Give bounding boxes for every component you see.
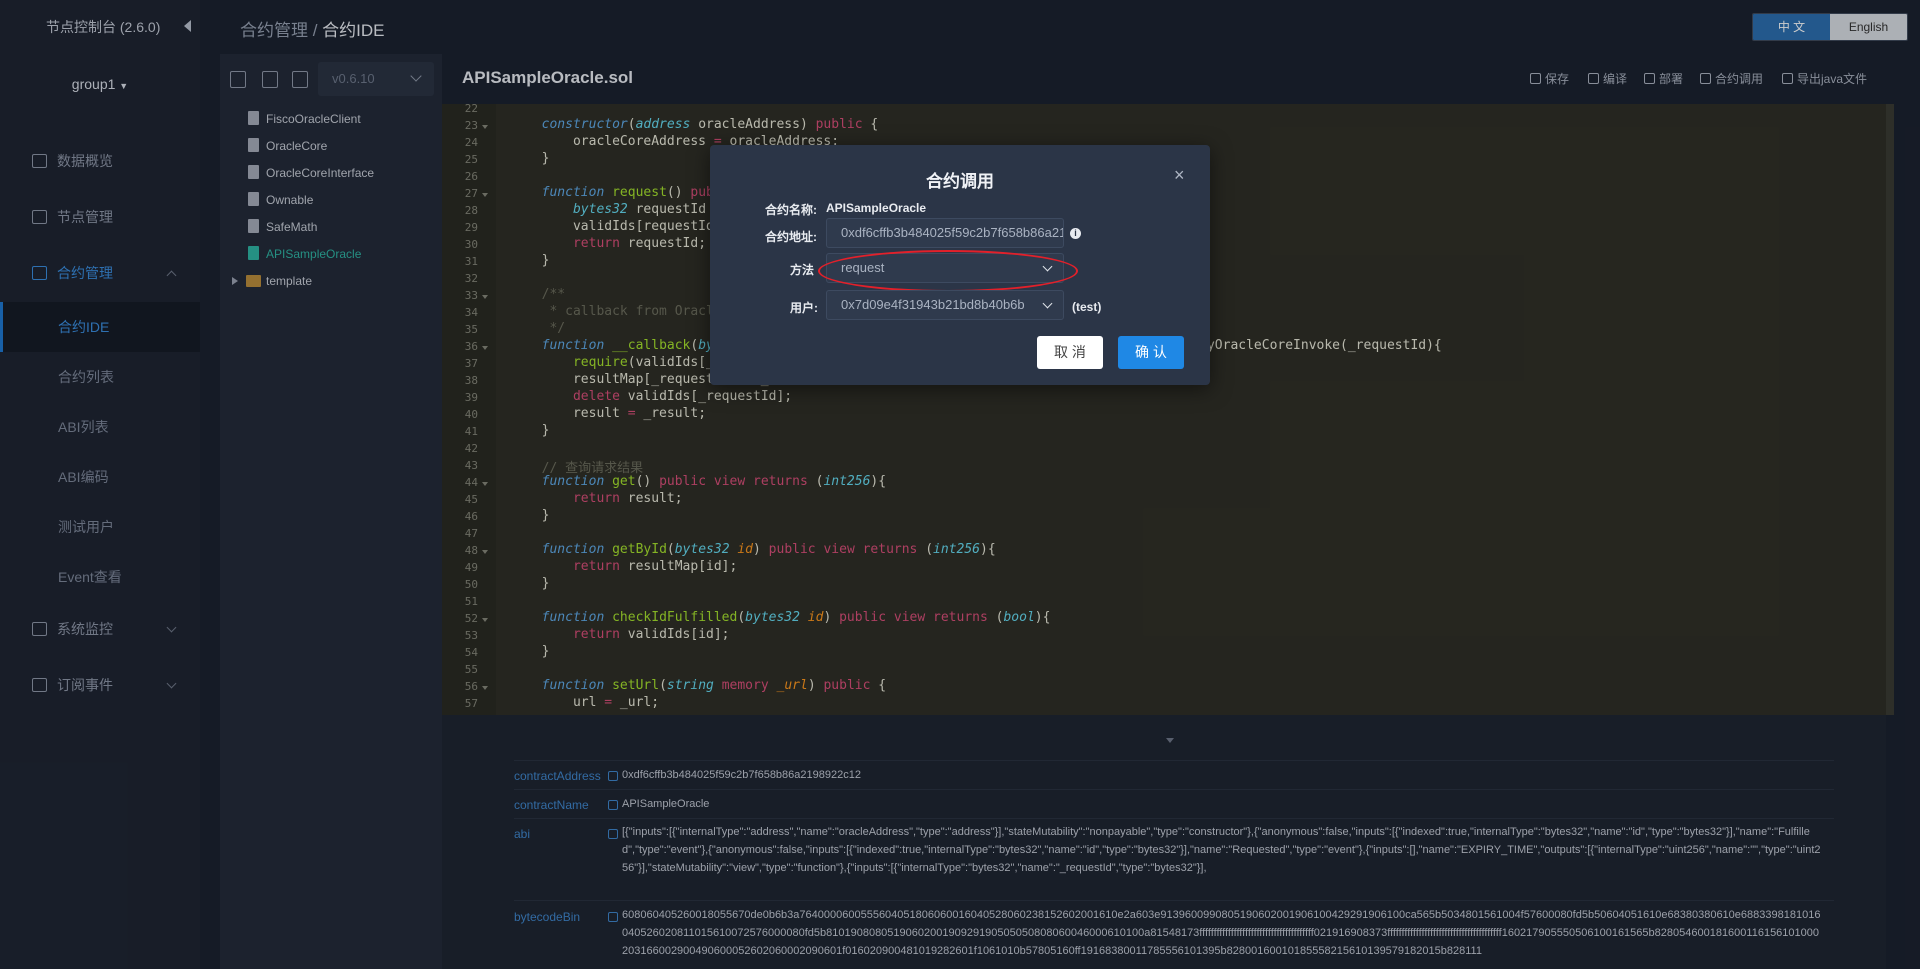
contract-address-label: 合约地址: bbox=[765, 230, 817, 244]
user-value: 0x7d09e4f31943b21bd8b40b6b bbox=[841, 297, 1025, 312]
cancel-button[interactable]: 取 消 bbox=[1037, 336, 1103, 369]
dialog-title: 合约调用 bbox=[926, 172, 994, 191]
info-icon[interactable]: i bbox=[1070, 228, 1081, 239]
method-label: 方法 bbox=[790, 263, 815, 277]
close-icon[interactable]: × bbox=[1174, 165, 1185, 186]
contract-name-label: 合约名称: bbox=[765, 203, 817, 217]
user-suffix: (test) bbox=[1072, 300, 1102, 314]
chevron-down-icon bbox=[1042, 298, 1053, 309]
contract-call-dialog: 合约调用 × 合约名称: APISampleOracle 合约地址: 0xdf6… bbox=[710, 145, 1210, 385]
user-label: 用户: bbox=[790, 301, 818, 315]
confirm-button[interactable]: 确 认 bbox=[1118, 336, 1184, 369]
contract-name-value: APISampleOracle bbox=[826, 201, 927, 215]
highlight-annotation bbox=[818, 250, 1078, 292]
user-select[interactable]: 0x7d09e4f31943b21bd8b40b6b bbox=[826, 290, 1064, 320]
contract-address-input[interactable]: 0xdf6cffb3b484025f59c2b7f658b86a2198922c… bbox=[826, 218, 1064, 248]
